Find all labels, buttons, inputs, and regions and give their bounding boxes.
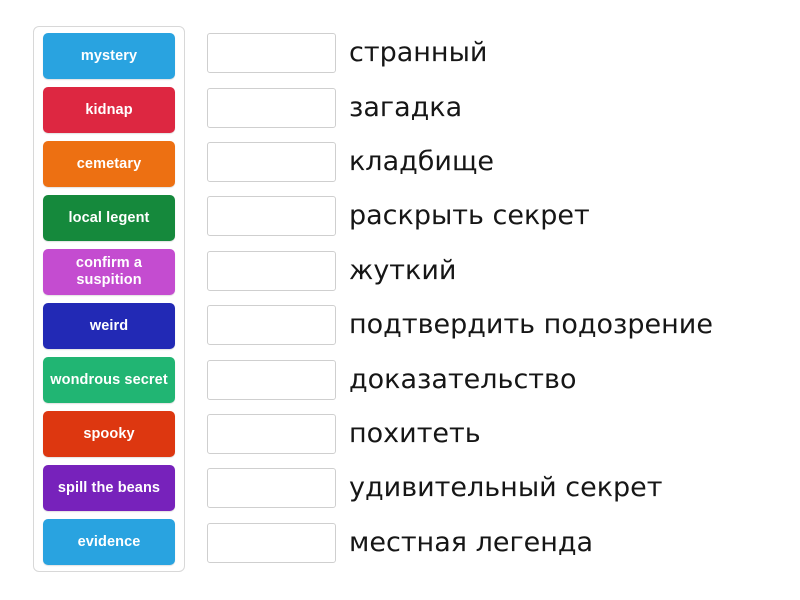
answer-row: подтвердить подозрение: [207, 298, 767, 352]
drop-target[interactable]: [207, 250, 336, 291]
word-tile[interactable]: weird: [43, 303, 175, 349]
word-tile[interactable]: kidnap: [43, 87, 175, 133]
translation-label: кладбище: [349, 145, 495, 177]
word-tile[interactable]: cemetary: [43, 141, 175, 187]
drop-target[interactable]: [207, 305, 336, 346]
translation-label: похитеть: [349, 417, 481, 449]
drop-target[interactable]: [207, 33, 336, 74]
word-tile[interactable]: spooky: [43, 411, 175, 457]
drop-target[interactable]: [207, 141, 336, 182]
drop-target[interactable]: [207, 413, 336, 454]
answer-row: кладбище: [207, 135, 767, 189]
drop-target[interactable]: [207, 87, 336, 128]
answer-row: удивительный секрет: [207, 461, 767, 515]
translation-label: удивительный секрет: [349, 472, 663, 504]
word-tile[interactable]: mystery: [43, 33, 175, 79]
drop-target[interactable]: [207, 196, 336, 237]
translation-label: местная легенда: [349, 526, 594, 558]
translation-label: странный: [349, 37, 488, 69]
word-tile[interactable]: evidence: [43, 519, 175, 565]
translation-label: раскрыть секрет: [349, 200, 590, 232]
match-up-activity: mystery kidnap cemetary local legent confirm…: [0, 0, 800, 600]
answer-row: местная легенда: [207, 516, 767, 570]
answer-row: похитеть: [207, 407, 767, 461]
translation-label: жуткий: [349, 254, 457, 286]
translation-label: доказательство: [349, 363, 577, 395]
answer-rows: странный загадка кладбище раскрыть секрет жу…: [207, 26, 767, 570]
word-tile[interactable]: confirm a suspition: [43, 249, 175, 295]
word-tile[interactable]: local legent: [43, 195, 175, 241]
answer-row: жуткий: [207, 244, 767, 298]
translation-label: загадка: [349, 91, 463, 123]
drop-target[interactable]: [207, 468, 336, 509]
answer-row: странный: [207, 26, 767, 80]
drop-target[interactable]: [207, 522, 336, 563]
drop-target[interactable]: [207, 359, 336, 400]
answer-row: доказательство: [207, 352, 767, 406]
translation-label: подтвердить подозрение: [349, 309, 713, 341]
answer-row: раскрыть секрет: [207, 189, 767, 243]
word-tile[interactable]: wondrous secret: [43, 357, 175, 403]
word-tile[interactable]: spill the beans: [43, 465, 175, 511]
word-tiles-panel: mystery kidnap cemetary local legent confirm…: [33, 26, 185, 572]
answer-row: загадка: [207, 80, 767, 134]
